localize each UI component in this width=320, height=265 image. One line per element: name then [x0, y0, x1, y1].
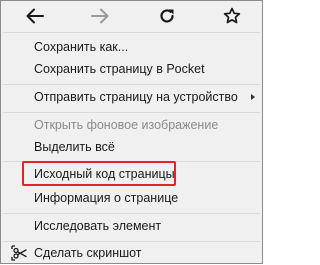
- menu-item-label: Сделать скриншот: [34, 246, 142, 260]
- menu-item-label: Исследовать элемент: [34, 219, 162, 233]
- star-icon: [223, 7, 241, 24]
- reload-icon: [160, 9, 174, 23]
- reload-button[interactable]: [147, 1, 187, 31]
- menu-separator: [3, 84, 260, 85]
- menu-item-send-to-device[interactable]: Отправить страницу на устройство: [2, 86, 261, 108]
- menu-item-page-info[interactable]: Информация о странице: [2, 187, 261, 209]
- screenshot-scissors-icon: [11, 245, 27, 261]
- forward-button[interactable]: [80, 1, 120, 31]
- highlight-annotation: [22, 161, 176, 186]
- menu-item-take-screenshot[interactable]: Сделать скриншот: [2, 242, 261, 264]
- menu-item-label: Отправить страницу на устройство: [34, 90, 238, 104]
- menu-item-label: Выделить всё: [34, 140, 115, 154]
- navigation-bar: [1, 1, 264, 31]
- menu-item-label: Сохранить как...: [34, 40, 129, 54]
- menu-separator: [3, 112, 260, 113]
- menu-item-inspect-element[interactable]: Исследовать элемент: [2, 215, 261, 237]
- arrow-right-icon: [91, 8, 109, 24]
- arrow-left-icon: [26, 8, 44, 24]
- menu-separator: [3, 32, 260, 33]
- menu-item-open-background-image: Открыть фоновое изображение: [2, 114, 261, 136]
- menu-item-save-to-pocket[interactable]: Сохранить страницу в Pocket: [2, 58, 261, 80]
- context-menu: Сохранить как... Сохранить страницу в Po…: [0, 0, 263, 264]
- menu-item-label: Открыть фоновое изображение: [34, 118, 219, 132]
- menu-item-label: Сохранить страницу в Pocket: [34, 62, 205, 76]
- back-button[interactable]: [15, 1, 55, 31]
- menu-separator: [3, 213, 260, 214]
- submenu-arrow-icon: [251, 94, 255, 100]
- menu-item-save-as[interactable]: Сохранить как...: [2, 36, 261, 58]
- menu-item-label: Информация о странице: [34, 191, 179, 205]
- menu-item-select-all[interactable]: Выделить всё: [2, 136, 261, 158]
- bookmark-button[interactable]: [212, 1, 252, 31]
